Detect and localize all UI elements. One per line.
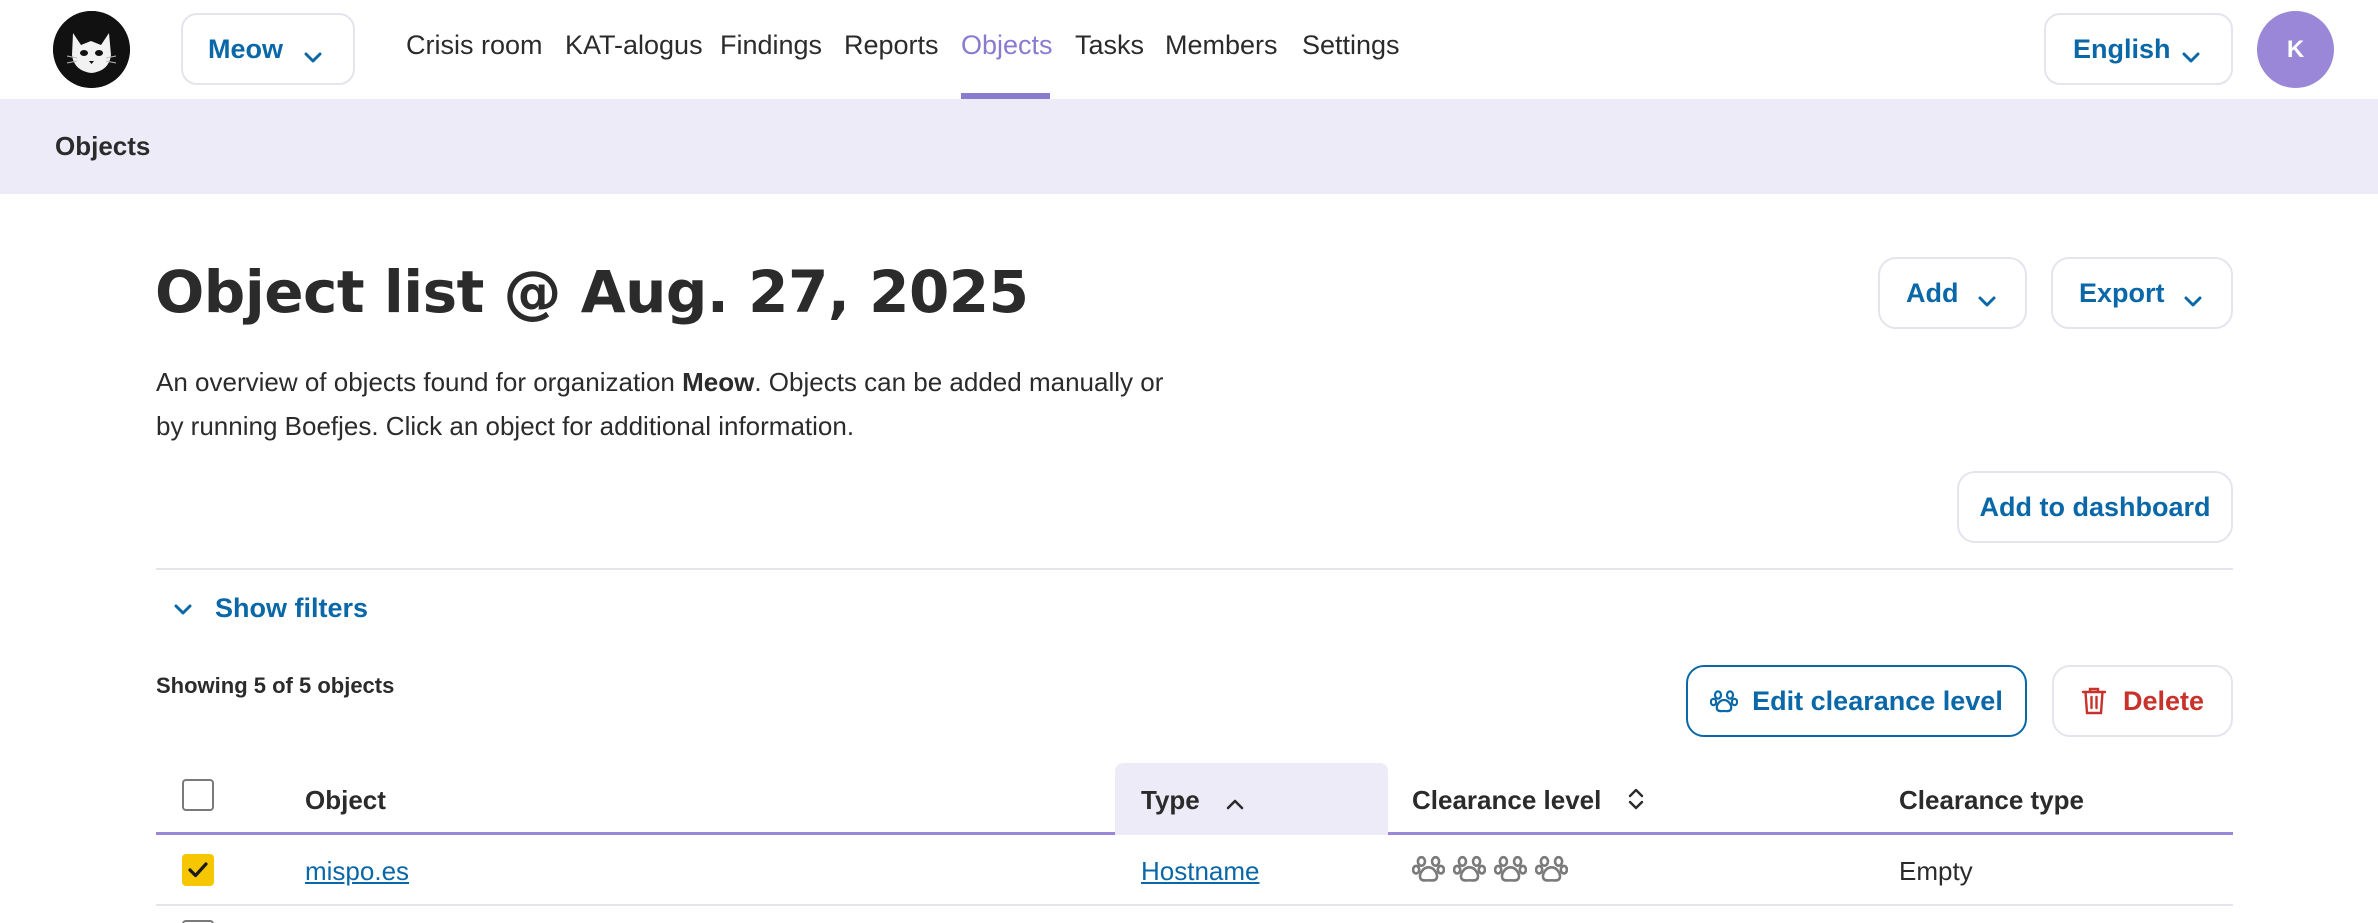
sort-icon — [1627, 786, 1645, 819]
intro-organization: Meow — [682, 367, 755, 397]
user-avatar[interactable]: K — [2257, 11, 2334, 88]
chevron-down-icon — [173, 593, 193, 624]
column-header-clearance-level-label: Clearance level — [1412, 785, 1602, 815]
select-all-checkbox[interactable] — [182, 779, 214, 811]
add-button-label: Add — [1906, 277, 1959, 308]
edit-clearance-level-button[interactable]: Edit clearance level — [1686, 665, 2027, 737]
nav-crisis-room[interactable]: Crisis room — [406, 30, 543, 61]
type-link[interactable]: Hostname — [1141, 856, 1260, 887]
chevron-down-icon — [303, 41, 323, 72]
page-title: Object list @ Aug. 27, 2025 — [155, 258, 1029, 326]
nav-settings[interactable]: Settings — [1302, 30, 1400, 61]
organization-selector[interactable]: Meow — [181, 13, 355, 85]
nav-reports[interactable]: Reports — [844, 30, 939, 61]
page-intro: An overview of objects found for organiz… — [156, 360, 1196, 448]
clearance-type-value: Empty — [1899, 856, 1973, 886]
nav-kat-alogus[interactable]: KAT-alogus — [565, 30, 703, 61]
column-header-type[interactable]: Type — [1141, 785, 1245, 818]
delete-label: Delete — [2122, 685, 2205, 716]
nav-objects[interactable]: Objects — [961, 30, 1053, 61]
objects-table: Object Type Clearance level Clearance ty… — [156, 763, 2233, 923]
nav-tasks[interactable]: Tasks — [1075, 30, 1144, 61]
edit-clearance-level-label: Edit clearance level — [1752, 685, 2003, 716]
trash-icon — [2081, 686, 2107, 716]
organization-name: Meow — [208, 33, 284, 64]
table-header: Object Type Clearance level Clearance ty… — [156, 763, 2233, 835]
column-header-clearance-level[interactable]: Clearance level — [1412, 785, 1645, 819]
language-label: English — [2073, 33, 2171, 64]
paw-icon — [1453, 855, 1486, 882]
clearance-level-paws — [1412, 852, 1568, 885]
column-header-clearance-type: Clearance type — [1899, 785, 2084, 815]
show-filters-label: Show filters — [215, 592, 369, 623]
row-checkbox[interactable] — [182, 854, 214, 886]
section-divider — [156, 568, 2233, 570]
show-filters-toggle[interactable]: Show filters — [173, 588, 368, 628]
nav-findings[interactable]: Findings — [720, 30, 822, 61]
paw-icon — [1710, 687, 1739, 715]
cat-logo[interactable] — [53, 11, 130, 88]
chevron-down-icon — [2183, 285, 2203, 316]
delete-button[interactable]: Delete — [2052, 665, 2233, 737]
language-selector[interactable]: English — [2044, 13, 2233, 85]
results-count: Showing 5 of 5 objects — [156, 673, 395, 698]
table-row — [156, 906, 2233, 923]
table-row: mispo.es Hostname Empty — [156, 835, 2233, 906]
chevron-down-icon — [2181, 41, 2201, 72]
export-button-label: Export — [2079, 277, 2165, 308]
paw-icon — [1535, 855, 1568, 882]
checkmark-icon — [188, 862, 208, 878]
column-header-type-label: Type — [1141, 785, 1200, 815]
breadcrumb-objects[interactable]: Objects — [55, 131, 150, 162]
nav-members[interactable]: Members — [1165, 30, 1278, 61]
sort-ascending-icon — [1225, 787, 1245, 818]
top-navigation: Meow Crisis room KAT-alogus Findings Rep… — [0, 0, 2378, 99]
paw-icon — [1494, 855, 1527, 882]
chevron-down-icon — [1977, 285, 1997, 316]
object-link[interactable]: mispo.es — [305, 856, 409, 887]
add-button[interactable]: Add — [1878, 257, 2027, 329]
intro-text-start: An overview of objects found for organiz… — [156, 367, 683, 397]
breadcrumb: Objects — [0, 99, 2378, 194]
paw-icon — [1412, 855, 1445, 882]
column-header-object[interactable]: Object — [305, 785, 386, 816]
add-to-dashboard-button[interactable]: Add to dashboard — [1957, 471, 2233, 543]
export-button[interactable]: Export — [2051, 257, 2233, 329]
